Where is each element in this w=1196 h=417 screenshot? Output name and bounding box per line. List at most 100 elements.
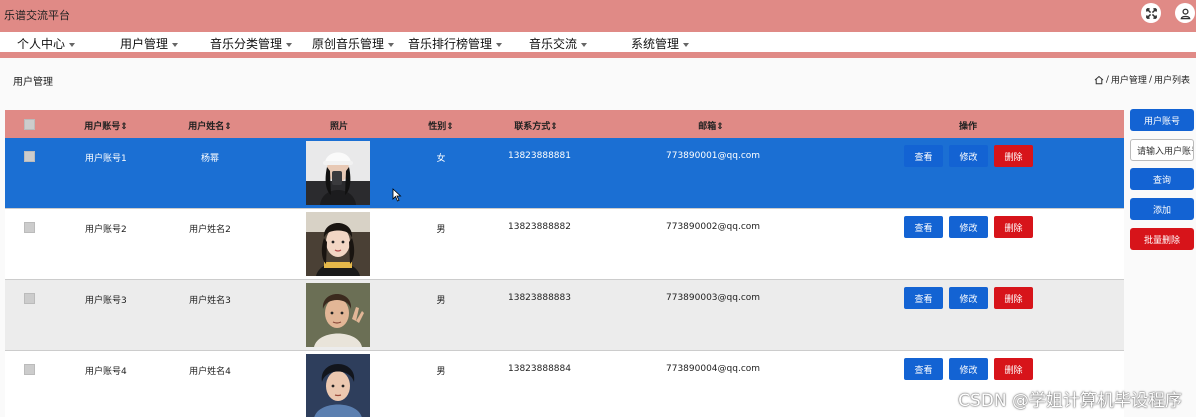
menu-item-music-exchange[interactable]: 音乐交流 <box>529 35 588 52</box>
breadcrumb-separator: / <box>1148 74 1152 85</box>
chevron-down-icon <box>388 42 395 47</box>
view-button[interactable]: 查看 <box>904 287 943 309</box>
user-photo <box>306 354 370 417</box>
breadcrumb-section[interactable]: 用户管理 <box>1111 73 1147 86</box>
cell-gender: 女 <box>436 154 446 164</box>
menu-item-label: 个人中心 <box>17 37 66 51</box>
view-button[interactable]: 查看 <box>904 358 943 380</box>
cell-email: 773890002@qq.com <box>666 222 761 232</box>
top-bar: 乐谱交流平台 <box>0 0 1196 32</box>
header-label: 联系方式 <box>514 122 551 132</box>
cell-phone: 13823888881 <box>508 151 571 161</box>
edit-button[interactable]: 修改 <box>949 145 988 167</box>
menu-item-original-music[interactable]: 原创音乐管理 <box>312 35 395 52</box>
home-icon[interactable] <box>1094 75 1104 85</box>
delete-button[interactable]: 删除 <box>994 216 1033 238</box>
header-label: 性别 <box>428 122 447 132</box>
account-label-button: 用户账号 <box>1130 109 1194 131</box>
main-menu: 个人中心 用户管理 音乐分类管理 原创音乐管理 音乐排行榜管理 音乐交流 系统管… <box>0 32 1196 52</box>
edit-button[interactable]: 修改 <box>949 358 988 380</box>
delete-button[interactable]: 删除 <box>994 287 1033 309</box>
select-all-checkbox[interactable] <box>24 119 35 130</box>
cell-phone: 13823888884 <box>508 364 571 374</box>
cell-name: 用户姓名2 <box>189 225 231 235</box>
breadcrumb-current: 用户列表 <box>1153 76 1190 86</box>
cell-email: 773890003@qq.com <box>666 293 761 303</box>
header-name[interactable]: 用户姓名⇕ <box>188 119 232 132</box>
view-button[interactable]: 查看 <box>904 216 943 238</box>
table-row[interactable]: 用户账号4 用户姓名4 男 13823888884 773890004@qq.c… <box>5 351 1124 417</box>
cell-gender: 男 <box>436 225 446 235</box>
cell-account: 用户账号4 <box>85 367 127 377</box>
chevron-down-icon <box>683 42 690 47</box>
chevron-down-icon <box>286 42 293 47</box>
header-label: 用户姓名 <box>188 122 225 132</box>
menu-item-user-management[interactable]: 用户管理 <box>120 35 179 52</box>
page-title: 用户管理 <box>13 77 53 88</box>
row-checkbox[interactable] <box>24 151 35 162</box>
header-email[interactable]: 邮箱⇕ <box>698 119 724 132</box>
mouse-cursor-icon <box>392 188 402 202</box>
search-button[interactable]: 查询 <box>1130 168 1194 190</box>
user-button[interactable] <box>1175 3 1195 23</box>
search-input[interactable]: 请输入用户账号 <box>1130 139 1194 161</box>
user-photo <box>306 141 370 205</box>
user-photo <box>306 212 370 276</box>
menu-item-music-ranking[interactable]: 音乐排行榜管理 <box>408 35 503 52</box>
table-row[interactable]: 用户账号3 用户姓名3 男 13823888883 773890003@qq.c… <box>5 280 1124 351</box>
fullscreen-button[interactable] <box>1141 3 1161 23</box>
header-account[interactable]: 用户账号⇕ <box>84 119 128 132</box>
user-photo-image <box>306 354 370 417</box>
chevron-down-icon <box>496 42 503 47</box>
row-checkbox[interactable] <box>24 364 35 375</box>
header-label: 邮箱 <box>698 122 717 132</box>
view-button[interactable]: 查看 <box>904 145 943 167</box>
user-photo-image <box>306 283 370 347</box>
table-row[interactable]: 用户账号2 用户姓名2 男 13823888882 773890002@qq.c… <box>5 209 1124 280</box>
menu-item-system-management[interactable]: 系统管理 <box>631 35 690 52</box>
cell-name: 用户姓名4 <box>189 367 231 377</box>
cell-account: 用户账号3 <box>85 296 127 306</box>
cell-phone: 13823888883 <box>508 293 571 303</box>
user-icon <box>1180 8 1190 19</box>
cell-gender: 男 <box>436 367 446 377</box>
fullscreen-icon <box>1145 7 1157 19</box>
batch-delete-button[interactable]: 批量删除 <box>1130 228 1194 250</box>
menu-item-label: 音乐交流 <box>529 37 578 51</box>
table-row[interactable]: 用户账号1 杨幂 女 13823888881 773890001@qq.com … <box>5 138 1124 209</box>
edit-button[interactable]: 修改 <box>949 216 988 238</box>
menu-item-label: 音乐排行榜管理 <box>408 37 493 51</box>
delete-button[interactable]: 删除 <box>994 145 1033 167</box>
user-photo-image <box>306 141 370 205</box>
cell-name: 杨幂 <box>200 154 220 164</box>
cell-phone: 13823888882 <box>508 222 571 232</box>
delete-button[interactable]: 删除 <box>994 358 1033 380</box>
menu-item-music-category[interactable]: 音乐分类管理 <box>210 35 293 52</box>
chevron-down-icon <box>172 42 179 47</box>
app-title: 乐谱交流平台 <box>4 9 70 22</box>
header-label: 用户账号 <box>84 122 121 132</box>
user-photo <box>306 283 370 347</box>
header-gender[interactable]: 性别⇕ <box>428 119 454 132</box>
table-header: 用户账号⇕ 用户姓名⇕ 照片 性别⇕ 联系方式⇕ 邮箱⇕ 操作 <box>5 110 1124 138</box>
header-photo: 照片 <box>329 122 349 132</box>
add-button[interactable]: 添加 <box>1130 198 1194 220</box>
user-photo-image <box>306 212 370 276</box>
menu-item-personal-center[interactable]: 个人中心 <box>17 35 76 52</box>
edit-button[interactable]: 修改 <box>949 287 988 309</box>
row-checkbox[interactable] <box>24 222 35 233</box>
cell-gender: 男 <box>436 296 446 306</box>
chevron-down-icon <box>69 42 76 47</box>
cell-name: 用户姓名3 <box>189 296 231 306</box>
cell-email: 773890004@qq.com <box>666 364 761 374</box>
menu-item-label: 原创音乐管理 <box>312 37 385 51</box>
header-actions: 操作 <box>958 122 978 132</box>
cell-email: 773890001@qq.com <box>666 151 761 161</box>
row-checkbox[interactable] <box>24 293 35 304</box>
breadcrumb-separator: / <box>1105 74 1109 85</box>
menu-item-label: 音乐分类管理 <box>210 37 283 51</box>
header-phone[interactable]: 联系方式⇕ <box>514 119 558 132</box>
menu-divider <box>0 52 1196 58</box>
breadcrumb: / 用户管理 / 用户列表 <box>1094 73 1190 86</box>
watermark: CSDN @学姐计算机毕设程序 <box>958 391 1182 411</box>
